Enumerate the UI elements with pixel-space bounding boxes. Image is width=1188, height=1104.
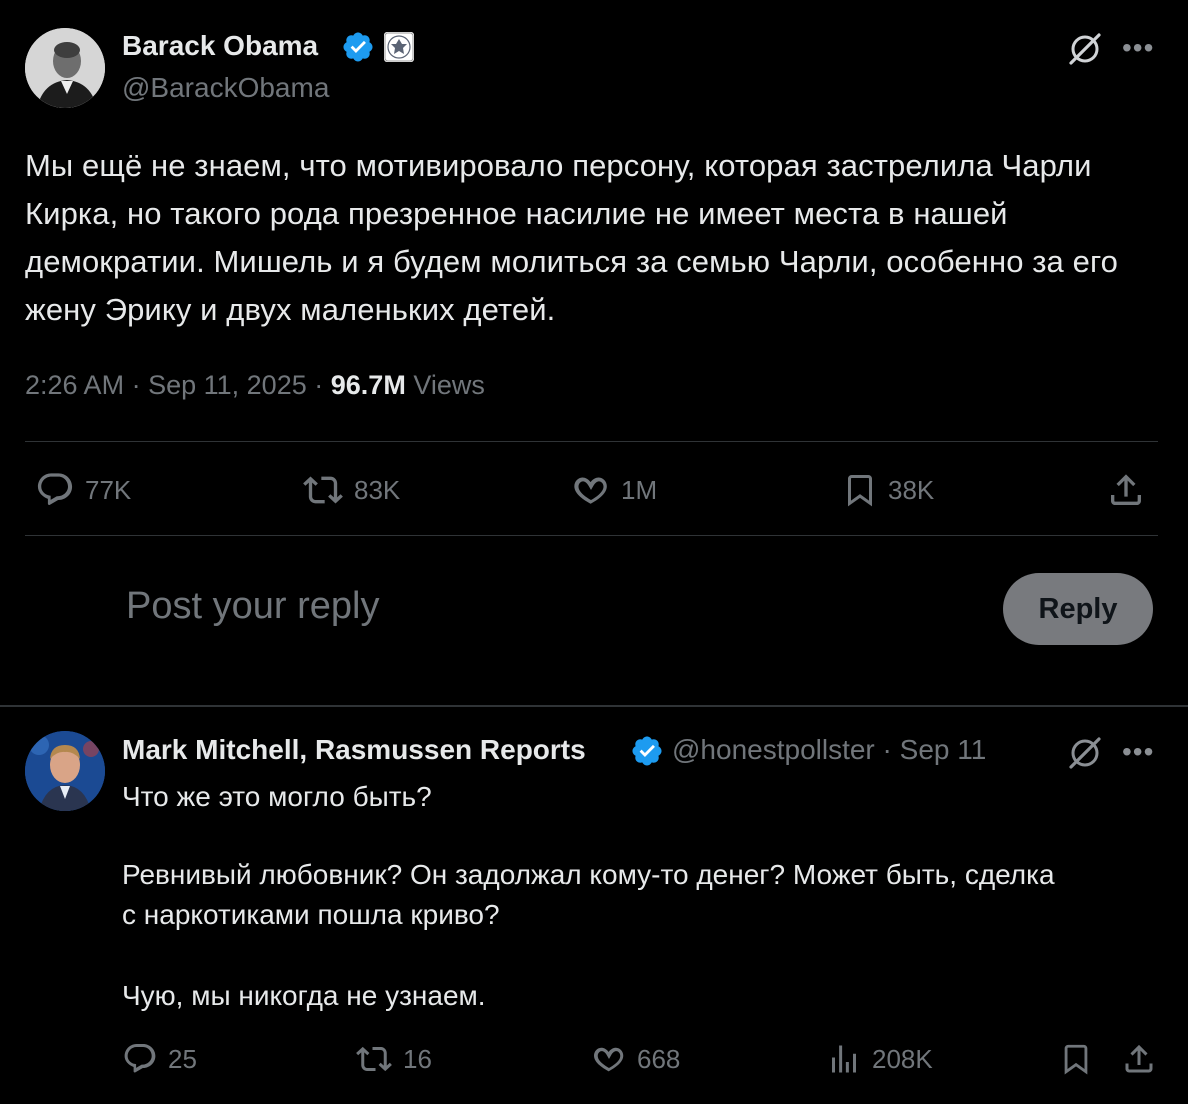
author-name[interactable]: Barack Obama [122, 30, 318, 62]
reply-count: 25 [168, 1043, 197, 1074]
repost-icon [356, 1046, 392, 1072]
reply-text-line: Чую, мы никогда не узнаем. [122, 980, 486, 1011]
repost-count: 83K [354, 474, 401, 505]
heart-icon [574, 477, 607, 504]
tweet-meta: 2:26 AM · Sep 11, 2025 · 96.7M Views [25, 370, 485, 401]
reply-action[interactable]: 77K [35, 470, 131, 510]
repost-count: 16 [403, 1043, 432, 1074]
reply-action[interactable]: 25 [122, 1041, 197, 1077]
verified-badge-icon [630, 734, 664, 768]
reply-input[interactable] [126, 585, 926, 628]
heart-icon [594, 1047, 624, 1072]
reply-icon [124, 1044, 156, 1073]
avatar-photo [25, 731, 105, 811]
views-count[interactable]: 96.7M [331, 370, 406, 400]
share-icon [1111, 474, 1141, 505]
reply-text-line: с наркотиками пошла криво? [122, 899, 500, 930]
like-count: 1M [621, 474, 658, 505]
reply-text-line: Ревнивый любовник? Он задолжал кому-то д… [122, 859, 1055, 890]
avatar-photo [25, 28, 105, 108]
bookmark-icon [848, 475, 872, 507]
share-action[interactable] [1106, 470, 1156, 510]
reply-button[interactable]: Reply [1003, 573, 1153, 645]
author-handle[interactable]: @BarackObama [122, 72, 329, 104]
repost-action[interactable]: 83K [302, 470, 400, 510]
views-action[interactable]: 208K [826, 1041, 933, 1077]
reply-date[interactable]: · Sep 11 [883, 734, 987, 765]
bookmark-icon [1064, 1044, 1088, 1075]
bookmark-action[interactable] [1059, 1041, 1103, 1077]
divider [25, 535, 1158, 536]
verified-badge-icon [341, 30, 375, 64]
reply-handle-date: @honestpollster · Sep 11 [672, 734, 986, 766]
like-action[interactable]: 1M [571, 470, 657, 510]
reply-author-handle[interactable]: @honestpollster [672, 734, 875, 765]
bookmark-count: 38K [888, 474, 935, 505]
repost-icon [303, 476, 343, 504]
views-count: 208K [872, 1043, 933, 1074]
section-divider [0, 705, 1188, 707]
views-chart-icon [832, 1045, 856, 1073]
grok-icon[interactable] [1066, 734, 1104, 772]
more-options-icon[interactable]: ••• [1122, 32, 1154, 64]
share-action[interactable] [1121, 1041, 1167, 1077]
like-action[interactable]: 668 [591, 1041, 680, 1077]
share-icon [1125, 1044, 1153, 1073]
separator: · [131, 370, 141, 400]
reply-count: 77K [85, 474, 132, 505]
government-seal-icon[interactable] [384, 32, 414, 62]
grok-icon[interactable] [1066, 30, 1104, 68]
reply-author-name[interactable]: Mark Mitchell, Rasmussen Reports [122, 734, 586, 766]
author-avatar[interactable] [25, 28, 105, 108]
reply-author-avatar[interactable] [25, 731, 105, 811]
tweet-time[interactable]: 2:26 AM [25, 370, 124, 400]
reply-icon [37, 473, 73, 506]
tweet-text: Мы ещё не знаем, что мотивировало персон… [25, 148, 1119, 327]
tweet-date[interactable]: Sep 11, 2025 [148, 370, 307, 400]
repost-action[interactable]: 16 [355, 1041, 432, 1077]
like-count: 668 [637, 1043, 681, 1074]
more-options-icon[interactable]: ••• [1122, 736, 1154, 768]
bookmark-action[interactable]: 38K [842, 470, 934, 510]
divider [25, 441, 1158, 442]
separator: · [314, 370, 324, 400]
views-label: Views [413, 370, 485, 400]
reply-text-line: Что же это могло быть? [122, 781, 432, 812]
